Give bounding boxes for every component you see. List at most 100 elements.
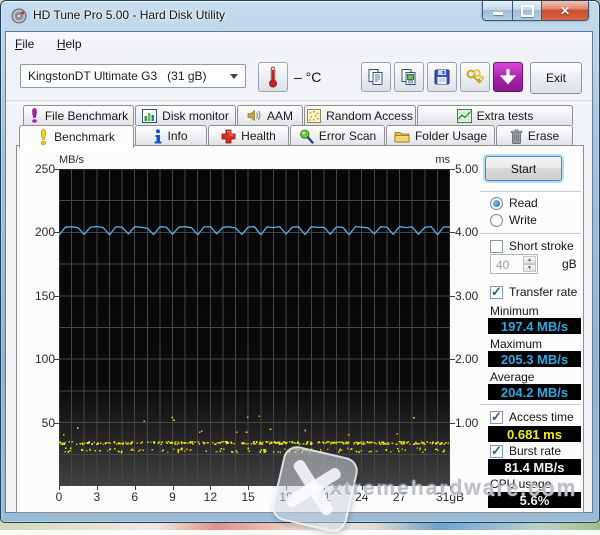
tab-label: Info — [167, 129, 188, 143]
minimum-value: 197.4 MB/s — [488, 318, 581, 334]
axis-tick-label: 200 — [34, 225, 55, 240]
short-stroke-unit: gB — [562, 257, 577, 271]
transfer-rate-label: Transfer rate — [509, 285, 578, 299]
tab-error-scan[interactable]: Error Scan — [290, 125, 385, 146]
axis-tick-label: 21 — [317, 490, 331, 504]
axis-tick-label: 4.00 — [455, 225, 479, 240]
chart-plot-area — [59, 169, 450, 486]
read-radio[interactable] — [490, 197, 503, 210]
close-button[interactable]: ✕ — [541, 1, 589, 21]
axis-tick-label — [399, 486, 401, 490]
axis-tick-label: 2.00 — [455, 352, 479, 367]
benchmark-tab-page: MB/s ms Start Read Write Short stroke 40… — [16, 145, 584, 513]
speaker-icon — [247, 109, 261, 122]
app-window: HD Tune Pro 5.00 - Hard Disk Utility ✕ F… — [0, 0, 600, 523]
extra-tests-icon — [456, 108, 472, 123]
axis-tick-label: 5.00 — [455, 162, 479, 176]
keys-icon — [466, 69, 485, 84]
axis-tick-label: 31gB — [435, 490, 465, 504]
axis-tick-label: 15 — [241, 490, 255, 504]
axis-tick-label — [450, 169, 455, 170]
short-stroke-stepper[interactable]: 40 ▲ ▼ — [490, 254, 538, 274]
panel-separator — [480, 233, 581, 234]
access-time-value: 0.681 ms — [488, 426, 581, 442]
window-title: HD Tune Pro 5.00 - Hard Disk Utility — [33, 8, 226, 22]
axis-tick-label: 100 — [34, 352, 55, 367]
axis-tick-label — [450, 295, 455, 297]
stepper-down-icon[interactable]: ▼ — [523, 264, 536, 272]
axis-tick-label — [450, 232, 455, 234]
axis-tick-label — [172, 486, 174, 490]
copy-image-button[interactable] — [394, 62, 424, 92]
title-bar[interactable]: HD Tune Pro 5.00 - Hard Disk Utility ✕ — [1, 1, 599, 31]
minimize-button[interactable] — [482, 1, 513, 21]
thermometer-icon — [269, 66, 277, 88]
write-label: Write — [509, 213, 537, 227]
cpu-usage-label: CPU usage — [490, 477, 552, 491]
registration-keys-button[interactable] — [460, 62, 490, 92]
file-benchmark-icon — [31, 108, 37, 123]
panel-separator — [480, 404, 581, 405]
panel-separator — [480, 191, 581, 192]
drive-select-value: KingstonDT Ultimate G3 (31 gB) — [28, 69, 207, 83]
desktop-background: HD Tune Pro 5.00 - Hard Disk Utility ✕ F… — [0, 0, 600, 535]
axis-tick-label — [54, 295, 59, 297]
exit-label: Exit — [545, 71, 566, 85]
stepper-arrows[interactable]: ▲ ▼ — [523, 256, 536, 272]
start-button[interactable]: Start — [485, 156, 562, 181]
tab-benchmark-active[interactable]: Benchmark — [19, 125, 134, 148]
axis-tick-label — [54, 359, 59, 361]
benchmark-chart — [59, 169, 450, 486]
window-controls: ✕ — [482, 1, 589, 21]
tab-folder-usage[interactable]: Folder Usage — [386, 125, 495, 146]
maximum-label: Maximum — [490, 337, 543, 351]
drive-select-dropdown[interactable]: KingstonDT Ultimate G3 (31 gB) — [20, 64, 246, 88]
tab-label: File Benchmark — [44, 108, 129, 123]
y-left-axis-unit: MB/s — [59, 154, 85, 166]
download-arrow-icon — [500, 69, 516, 85]
copy-text-button[interactable] — [361, 62, 391, 92]
copy-text-icon — [368, 69, 383, 85]
maximum-value: 205.3 MB/s — [488, 351, 581, 367]
axis-tick-label: 18 — [279, 490, 293, 504]
short-stroke-checkbox[interactable] — [490, 240, 503, 253]
health-cross-icon — [221, 129, 236, 143]
maximize-button[interactable] — [513, 1, 541, 21]
save-button[interactable] — [427, 62, 457, 92]
update-check-button[interactable] — [493, 62, 523, 92]
cpu-usage-value: 5.6% — [488, 492, 581, 508]
exit-button[interactable]: Exit — [530, 62, 582, 94]
temperature-button[interactable] — [258, 62, 288, 92]
hd-tune-app-icon — [11, 8, 27, 24]
axis-tick-label — [54, 232, 59, 234]
tab-aam[interactable]: AAM — [237, 105, 303, 125]
axis-tick-label — [450, 422, 455, 424]
axis-tick-label: 50 — [41, 415, 55, 430]
menu-help[interactable]: Help — [48, 32, 91, 55]
tab-info[interactable]: Info — [135, 125, 207, 146]
axis-tick-label — [248, 486, 250, 490]
axis-tick-label — [361, 486, 363, 490]
tab-random-access[interactable]: Random Access — [304, 105, 416, 125]
axis-tick-label — [59, 486, 60, 490]
y-right-axis-unit: ms — [435, 154, 450, 166]
stepper-up-icon[interactable]: ▲ — [523, 256, 536, 264]
axis-tick-label — [450, 359, 455, 361]
axis-tick-label: 250 — [34, 162, 55, 176]
menu-file[interactable]: File — [6, 32, 43, 55]
tab-file-benchmark[interactable]: File Benchmark — [23, 105, 134, 125]
tab-label: Random Access — [326, 108, 413, 123]
minimum-label: Minimum — [490, 304, 539, 318]
copy-image-icon — [401, 69, 416, 85]
benchmark-icon — [40, 129, 47, 145]
tab-extra-tests[interactable]: Extra tests — [417, 105, 573, 125]
tab-label: Error Scan — [318, 129, 377, 143]
tab-health[interactable]: Health — [208, 125, 289, 146]
axis-tick-label — [54, 169, 59, 170]
tab-disk-monitor[interactable]: Disk monitor — [135, 105, 236, 125]
burst-rate-checkbox[interactable] — [490, 443, 503, 459]
axis-tick-label: 3 — [93, 490, 101, 504]
tab-erase[interactable]: Erase — [496, 125, 573, 146]
axis-tick-label — [286, 486, 288, 490]
burst-rate-label: Burst rate — [509, 444, 562, 458]
